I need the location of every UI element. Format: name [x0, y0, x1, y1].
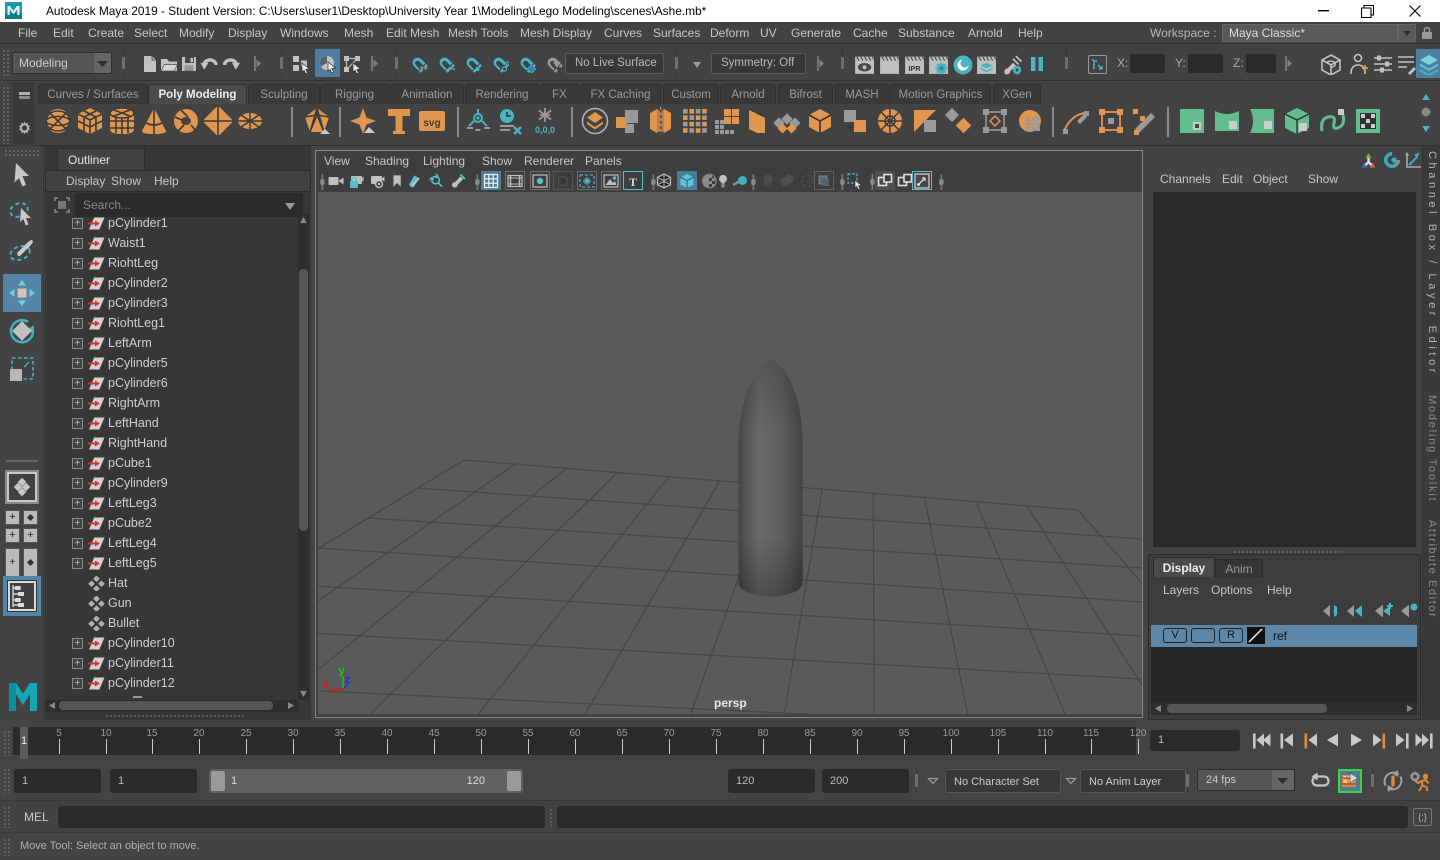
svg-text:0,0,0: 0,0,0	[535, 125, 555, 135]
svg-text:svg: svg	[423, 118, 440, 129]
svg-text:IPR: IPR	[909, 64, 922, 73]
svg-text:z: z	[345, 674, 351, 686]
svg-text:x: x	[323, 679, 330, 691]
svg-text:T: T	[629, 175, 637, 189]
